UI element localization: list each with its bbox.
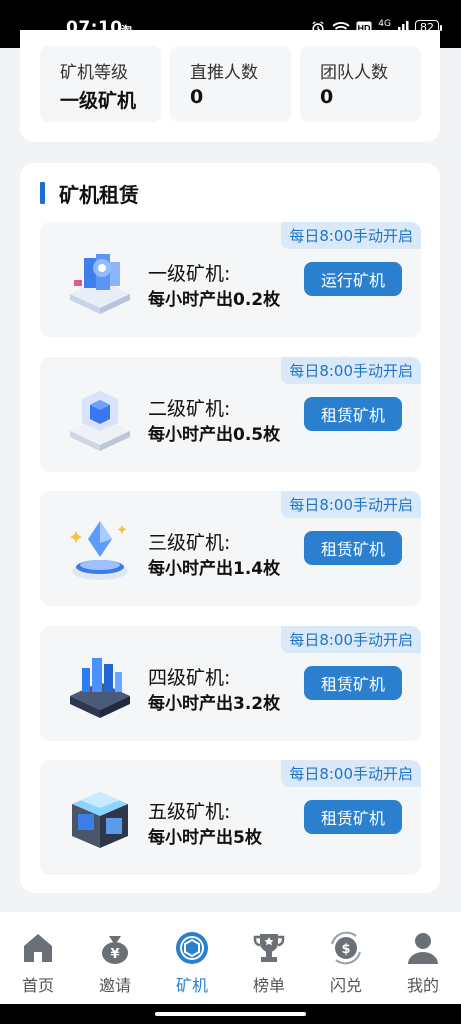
stat-value: 一级矿机 [60,90,137,112]
miner-name: 四级矿机: [148,667,231,689]
miner-name: 一级矿机: [148,263,231,285]
miner-item-level-3: 每日8:00手动开启 三级矿机: 每小时产出1.4枚 租赁矿机 [40,491,421,606]
miner-rate: 每小时产出1.4枚 [148,559,281,579]
miner-icon [176,932,208,964]
nav-item-invite[interactable]: ¥ 邀请 [85,930,145,996]
start-time-badge: 每日8:00手动开启 [281,222,421,249]
miner-rate: 每小时产出0.5枚 [148,425,281,445]
start-time-badge: 每日8:00手动开启 [281,491,421,518]
miner-item-level-5: 每日8:00手动开启 五级矿机: 每小时产出5枚 租赁矿机 [40,760,421,875]
nav-label: 邀请 [98,976,131,995]
nav-item-exchange[interactable]: $ 闪兑 [316,930,376,996]
nav-label: 我的 [406,976,439,995]
svg-text:$: $ [341,942,350,957]
stat-label: 团队人数 [320,63,388,83]
exchange-icon: $ [331,931,361,965]
rent-miner-button[interactable]: 租赁矿机 [304,666,402,700]
trophy-icon [253,934,285,962]
home-icon [24,934,52,962]
gesture-bar [0,1004,461,1024]
rent-miner-button[interactable]: 租赁矿机 [304,800,402,834]
network-type-label: 4G [378,19,391,29]
bottom-nav: 首页 ¥ 邀请 矿机 榜单 $ 闪兑 我的 [0,912,461,1004]
miner-item-level-4: 每日8:00手动开启 四级矿机: 每小时产出3.2枚 租赁矿机 [40,626,421,741]
miner-name: 三级矿机: [148,532,231,554]
svg-text:¥: ¥ [110,947,119,962]
city-block-icon [70,658,130,718]
rent-miner-button[interactable]: 租赁矿机 [304,397,402,431]
stat-value: 0 [320,86,334,108]
nav-label: 闪兑 [329,976,362,995]
user-icon [408,933,438,964]
start-time-badge: 每日8:00手动开启 [281,760,421,787]
glass-cube-icon [70,391,130,451]
nav-label: 首页 [21,976,54,995]
home-indicator[interactable] [155,1012,306,1016]
start-time-badge: 每日8:00手动开启 [281,357,421,384]
nav-label: 榜单 [252,976,285,995]
stat-team-size: 团队人数 0 [300,46,421,122]
miner-item-level-2: 每日8:00手动开启 二级矿机: 每小时产出0.5枚 租赁矿机 [40,357,421,472]
stat-value: 0 [190,86,204,108]
miner-rate: 每小时产出0.2枚 [148,290,281,310]
section-title: 矿机租赁 [59,182,139,207]
nav-label: 矿机 [175,976,208,995]
rent-miner-button[interactable]: 租赁矿机 [304,531,402,565]
stats-card: 矿机等级 一级矿机 直推人数 0 团队人数 0 [20,30,440,142]
miner-rate: 每小时产出5枚 [148,828,262,848]
stat-miner-level: 矿机等级 一级矿机 [40,46,161,122]
nav-item-profile[interactable]: 我的 [393,930,453,996]
nav-item-home[interactable]: 首页 [8,930,68,996]
miner-name: 二级矿机: [148,398,231,420]
stat-direct-referrals: 直推人数 0 [170,46,291,122]
nav-item-miner[interactable]: 矿机 [162,930,222,996]
data-center-icon [72,792,128,848]
section-header: 矿机租赁 [40,181,139,207]
miner-rental-card: 矿机租赁 每日8:00手动开启 一级矿机: 每小时产出0.2枚 运行矿机 每日8… [20,163,440,893]
run-miner-button[interactable]: 运行矿机 [304,262,402,296]
miner-rate: 每小时产出3.2枚 [148,694,281,714]
crystal-icon [70,521,128,580]
stat-label: 直推人数 [190,63,258,83]
nav-item-ranking[interactable]: 榜单 [239,930,299,996]
start-time-badge: 每日8:00手动开启 [281,626,421,653]
miner-item-level-1: 每日8:00手动开启 一级矿机: 每小时产出0.2枚 运行矿机 [40,222,421,337]
stat-label: 矿机等级 [60,63,128,83]
miner-name: 五级矿机: [148,801,231,823]
server-stack-icon [70,254,130,314]
money-bag-icon: ¥ [102,936,128,964]
section-accent-bar [40,182,45,204]
